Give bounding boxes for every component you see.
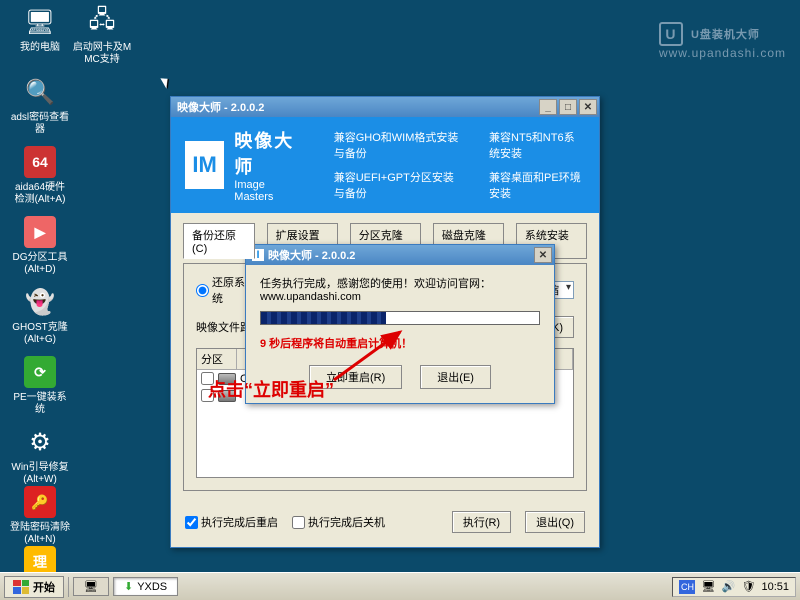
header-banner: IM 映像大师 Image Masters 兼容GHO和WIM格式安装与备份兼容… (171, 117, 599, 213)
bottom-bar: 执行完成后重启 执行完成后关机 执行(R) 退出(Q) (171, 501, 599, 547)
close-button[interactable]: ✕ (579, 99, 597, 115)
main-titlebar[interactable]: 映像大师 - 2.0.0.2 _ □ ✕ (171, 97, 599, 117)
tray-volume-icon[interactable]: 🔊 (721, 580, 735, 594)
cursor-icon (160, 75, 171, 88)
exit-button[interactable]: 退出(Q) (525, 511, 585, 533)
start-button[interactable]: 开始 (4, 576, 64, 598)
app-name-en: Image Masters (234, 179, 299, 203)
tab-0[interactable]: 备份还原(C) (183, 223, 255, 259)
desktop-icon-label: PE一键装系统 (10, 392, 70, 416)
feature-tag: 兼容NT5和NT6系统安装 (489, 129, 585, 161)
desktop-icon[interactable]: 64 aida64硬件检测(Alt+A) (10, 146, 70, 206)
desktop-icon[interactable]: 👻 GHOST克隆(Alt+G) (10, 286, 70, 346)
feature-tag: 兼容GHO和WIM格式安装与备份 (334, 129, 463, 161)
chk-shutdown[interactable]: 执行完成后关机 (292, 514, 385, 530)
desktop-icon[interactable]: 🔍 adsl密码查看器 (10, 76, 70, 136)
dialog-close-button[interactable]: ✕ (534, 247, 552, 263)
desktop-icon-label: Win引导修复(Alt+W) (10, 462, 70, 486)
windows-logo-icon (13, 580, 29, 594)
desktop-icon-label: adsl密码查看器 (10, 112, 70, 136)
desktop-icon[interactable]: ⚙ Win引导修复(Alt+W) (10, 426, 70, 486)
desktop-icon[interactable]: 🔑 登陆密码清除(Alt+N) (10, 486, 70, 546)
desktop-icon-image: ⚙ (24, 426, 56, 458)
system-tray[interactable]: CH 🖥 🔊 🛡 10:51 (672, 577, 796, 597)
desktop-icon-label: 登陆密码清除(Alt+N) (10, 522, 70, 546)
desktop-icon-image: 🖧 (86, 6, 118, 38)
desktop-icon[interactable]: 🖧 启动网卡及MMC支持 (72, 6, 132, 66)
run-button[interactable]: 执行(R) (452, 511, 511, 533)
maximize-button[interactable]: □ (559, 99, 577, 115)
language-indicator[interactable]: CH (679, 580, 695, 594)
feature-tag: 兼容UEFI+GPT分区安装与备份 (334, 169, 463, 201)
desktop-icon-image: 🖥 (24, 6, 56, 38)
taskbar-app-yxds[interactable]: ⬇YXDS (113, 577, 178, 596)
desktop-icon[interactable]: 🖥 我的电脑 (10, 6, 70, 54)
quick-launch-icon[interactable]: 🖥 (73, 577, 109, 596)
radio-restore[interactable]: 还原系统 (196, 274, 251, 306)
progress-bar (260, 311, 540, 325)
desktop-icon-image: ⟳ (24, 356, 56, 388)
annotation-text: 点击“立即重启” (208, 376, 334, 402)
desktop-icon-label: DG分区工具(Alt+D) (10, 252, 70, 276)
feature-tag: 兼容桌面和PE环境安装 (489, 169, 585, 201)
dialog-titlebar[interactable]: I 映像大师 - 2.0.0.2 ✕ (246, 245, 554, 265)
desktop-icon[interactable]: ▶ DG分区工具(Alt+D) (10, 216, 70, 276)
clock[interactable]: 10:51 (761, 581, 789, 593)
desktop-icon-image: 🔍 (24, 76, 56, 108)
watermark: UU盘装机大师 www.upandashi.com (659, 22, 786, 60)
app-name-cn: 映像大师 (234, 127, 299, 179)
tray-shield-icon[interactable]: 🛡 (741, 580, 755, 594)
desktop-icon-label: 启动网卡及MMC支持 (72, 42, 132, 66)
desktop-icon-image: 64 (24, 146, 56, 178)
main-title: 映像大师 - 2.0.0.2 (177, 99, 537, 115)
countdown-text: 9 秒后程序将自动重启计算机！ (260, 335, 540, 351)
taskbar: 开始 🖥 ⬇YXDS CH 🖥 🔊 🛡 10:51 (0, 572, 800, 600)
app-logo-icon: IM (185, 141, 224, 189)
dialog-message: 任务执行完成，感谢您的使用！欢迎访问官网：www.upandashi.com (260, 275, 540, 303)
desktop-icon-image: ▶ (24, 216, 56, 248)
desktop-icon[interactable]: ⟳ PE一键装系统 (10, 356, 70, 416)
minimize-button[interactable]: _ (539, 99, 557, 115)
watermark-logo-icon: U (659, 22, 683, 46)
dialog-exit-button[interactable]: 退出(E) (420, 365, 491, 389)
desktop-icon-image: 👻 (24, 286, 56, 318)
chk-reboot[interactable]: 执行完成后重启 (185, 514, 278, 530)
tray-desktop-icon[interactable]: 🖥 (701, 580, 715, 594)
desktop-icon-label: GHOST克隆(Alt+G) (10, 322, 70, 346)
desktop-icon-image: 🔑 (24, 486, 56, 518)
desktop-icon-label: 我的电脑 (10, 42, 70, 54)
desktop-icon-label: aida64硬件检测(Alt+A) (10, 182, 70, 206)
